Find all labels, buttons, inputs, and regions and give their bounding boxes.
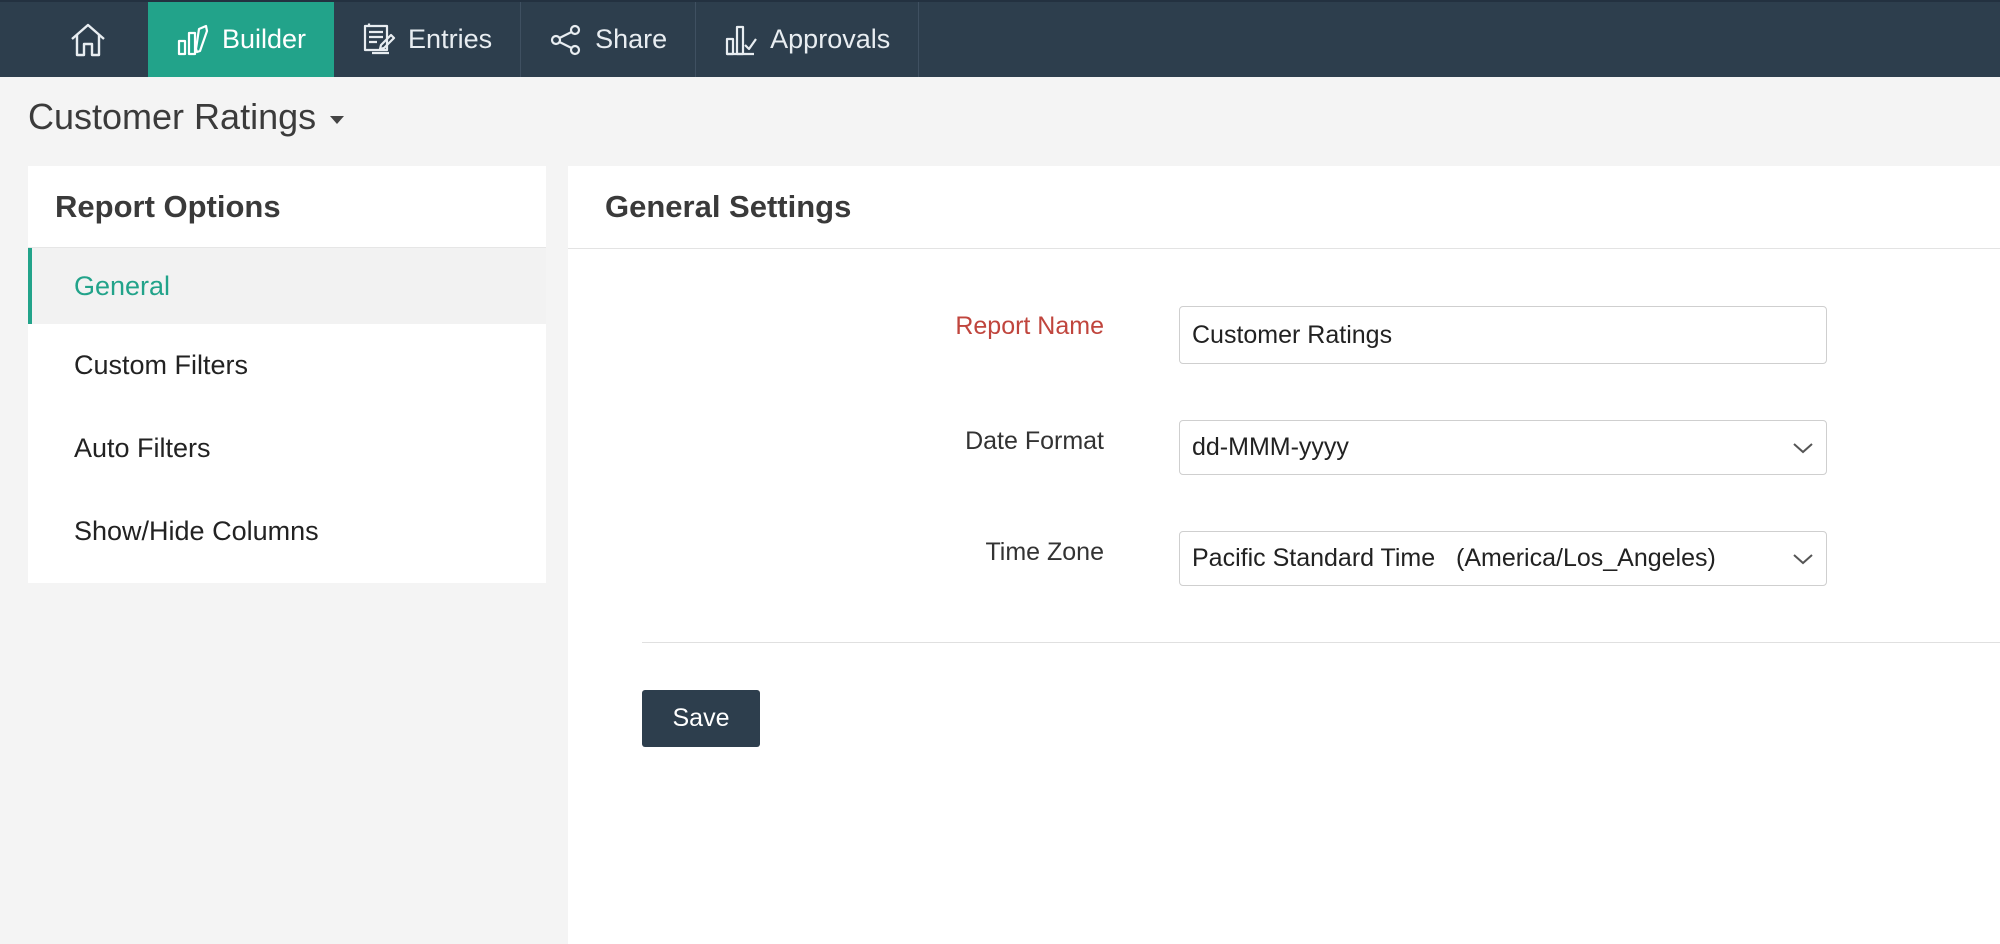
nav-share-label: Share — [595, 24, 668, 54]
report-title: Customer Ratings — [28, 96, 317, 137]
report-title-dropdown[interactable]: Customer Ratings — [28, 96, 345, 138]
time-zone-select[interactable]: Pacific Standard Time (America/Los_Angel… — [1179, 531, 1827, 586]
time-zone-value: Pacific Standard Time (America/Los_Angel… — [1192, 544, 1716, 572]
nav-entries[interactable]: Entries — [334, 2, 522, 77]
nav-builder[interactable]: Builder — [148, 2, 335, 77]
option-auto-filters[interactable]: Auto Filters — [28, 407, 546, 490]
option-general[interactable]: General — [28, 248, 546, 324]
chevron-down-icon — [1793, 442, 1813, 453]
general-settings-header: General Settings — [568, 166, 2000, 249]
date-format-label: Date Format — [965, 427, 1104, 455]
entries-icon — [363, 23, 396, 54]
save-button[interactable]: Save — [642, 690, 760, 747]
home-button[interactable] — [28, 2, 148, 77]
caret-down-icon — [330, 116, 345, 124]
chevron-down-icon — [1793, 553, 1813, 564]
report-name-label: Report Name — [955, 312, 1104, 340]
report-options-header: Report Options — [28, 166, 546, 248]
option-custom-filters[interactable]: Custom Filters — [28, 324, 546, 407]
home-icon — [71, 23, 105, 56]
report-name-input[interactable] — [1192, 320, 1814, 350]
nav-builder-label: Builder — [222, 24, 307, 54]
share-icon — [550, 24, 581, 55]
date-format-value: dd-MMM-yyyy — [1192, 433, 1349, 461]
approvals-icon — [726, 25, 758, 55]
nav-entries-label: Entries — [408, 24, 493, 54]
option-show-hide-columns[interactable]: Show/Hide Columns — [28, 490, 546, 573]
top-navigation: Builder Entries Share Approvals — [0, 0, 2000, 77]
nav-approvals-label: Approvals — [770, 24, 891, 54]
general-settings-panel: General Settings Report Name Date Format… — [568, 166, 2000, 944]
report-name-field-wrapper — [1179, 306, 1827, 364]
time-zone-label: Time Zone — [985, 538, 1104, 566]
form-divider — [642, 642, 2000, 643]
builder-icon — [177, 24, 209, 55]
date-format-select[interactable]: dd-MMM-yyyy — [1179, 420, 1827, 475]
report-options-panel: Report Options General Custom Filters Au… — [28, 166, 546, 583]
nav-share[interactable]: Share — [521, 2, 697, 77]
nav-approvals[interactable]: Approvals — [696, 2, 920, 77]
